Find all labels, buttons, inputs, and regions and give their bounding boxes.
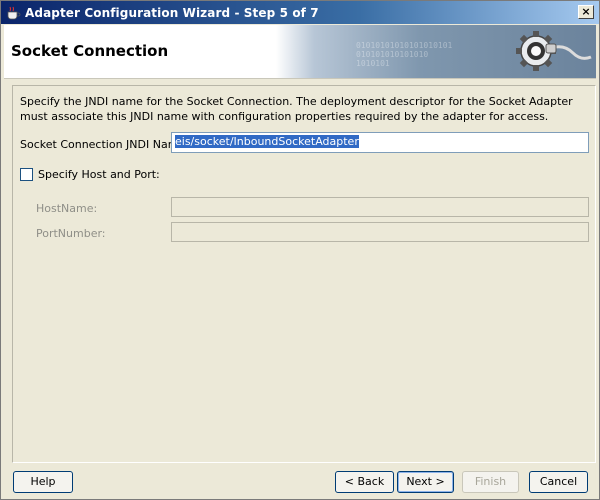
title-bar[interactable]: Adapter Configuration Wizard - Step 5 of… <box>1 1 599 24</box>
window-title: Adapter Configuration Wizard - Step 5 of… <box>25 5 319 20</box>
wizard-header: Socket Connection 01010101010101010101 0… <box>4 25 596 79</box>
portnumber-label: PortNumber: <box>36 227 106 240</box>
wizard-window: Adapter Configuration Wizard - Step 5 of… <box>0 0 600 500</box>
header-banner: 01010101010101010101 010101010101010 101… <box>276 25 596 78</box>
specify-host-port-checkbox[interactable] <box>20 168 33 181</box>
finish-button[interactable]: Finish <box>462 471 519 493</box>
jndi-name-label: Socket Connection JNDI Name <box>20 138 185 151</box>
next-button[interactable]: Next > <box>397 471 454 493</box>
close-button[interactable]: × <box>578 5 594 19</box>
cancel-button[interactable]: Cancel <box>529 471 588 493</box>
jndi-name-label-text: Socket Connection JNDI Name <box>20 138 186 151</box>
portnumber-input[interactable] <box>171 222 589 242</box>
hostname-input[interactable] <box>171 197 589 217</box>
specify-host-port-row[interactable]: Specify Host and Port: <box>20 168 160 181</box>
banner-binary-text: 01010101010101010101 010101010101010 101… <box>356 41 453 68</box>
coffee-cup-icon <box>5 5 21 21</box>
socket-plug-icon <box>516 31 592 71</box>
jndi-name-input[interactable]: eis/socket/InboundSocketAdapter <box>171 132 589 153</box>
jndi-name-value: eis/socket/InboundSocketAdapter <box>175 135 359 148</box>
hostname-label: HostName: <box>36 202 98 215</box>
page-title: Socket Connection <box>11 42 169 60</box>
content-panel: Specify the JNDI name for the Socket Con… <box>12 85 596 463</box>
description-text: Specify the JNDI name for the Socket Con… <box>20 95 573 123</box>
help-button[interactable]: Help <box>13 471 73 493</box>
back-button[interactable]: < Back <box>335 471 394 493</box>
specify-host-port-label[interactable]: Specify Host and Port: <box>38 168 160 181</box>
